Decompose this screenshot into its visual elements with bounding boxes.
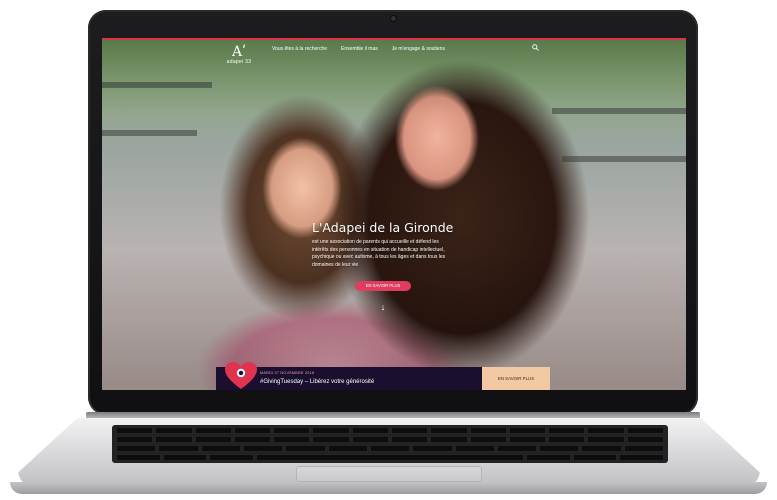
nav-item-engage[interactable]: Je m'engage & soutiens xyxy=(392,46,445,52)
key xyxy=(200,445,241,452)
key xyxy=(412,445,453,452)
key xyxy=(209,454,255,461)
key xyxy=(469,427,507,434)
site-logo[interactable]: Aʹ adapei 33 xyxy=(224,45,254,65)
key xyxy=(619,454,665,461)
photo-overlay xyxy=(102,38,686,390)
key xyxy=(155,427,193,434)
keyboard-row xyxy=(116,454,665,461)
nav-item-ensemble[interactable]: Ensemble il mas xyxy=(341,46,378,52)
key xyxy=(548,427,586,434)
key xyxy=(155,436,193,443)
nav-item-recherche[interactable]: Vous êtes à la recherche xyxy=(272,46,327,52)
key xyxy=(273,427,311,434)
banner-title[interactable]: #GivingTuesday – Libérez votre générosit… xyxy=(260,379,374,385)
key xyxy=(116,427,154,434)
laptop-screen: Aʹ adapei 33 Vous êtes à la recherche En… xyxy=(102,38,686,390)
key xyxy=(548,436,586,443)
keyboard-row xyxy=(116,436,664,443)
key xyxy=(626,427,664,434)
spacebar-key xyxy=(256,454,525,461)
key xyxy=(626,436,664,443)
key xyxy=(390,427,429,434)
key xyxy=(285,445,326,452)
key xyxy=(194,436,232,443)
search-icon[interactable] xyxy=(532,44,539,51)
key xyxy=(587,427,625,434)
keyboard-row xyxy=(116,427,664,434)
heart-icon xyxy=(225,362,257,389)
learn-more-button[interactable]: EN SAVOIR PLUS xyxy=(355,281,411,291)
key xyxy=(194,427,232,434)
key xyxy=(430,436,468,443)
banner-date: MARDI 27 NOVEMBRE 2018 xyxy=(260,371,315,375)
key xyxy=(572,454,618,461)
keyboard-row xyxy=(116,445,665,452)
laptop-base-front xyxy=(10,482,767,494)
key xyxy=(116,454,161,461)
hero-description: est une association de parents qui accue… xyxy=(312,239,446,268)
logo-mark-icon: Aʹ xyxy=(231,44,246,60)
key xyxy=(508,436,547,443)
key xyxy=(430,427,468,434)
key xyxy=(351,427,389,434)
key xyxy=(496,445,538,452)
key xyxy=(242,445,284,452)
webcam xyxy=(391,16,396,21)
key xyxy=(526,454,571,461)
key xyxy=(116,445,157,452)
key xyxy=(233,427,272,434)
main-nav: Vous êtes à la recherche Ensemble il mas… xyxy=(272,46,445,52)
key xyxy=(162,454,208,461)
hero-title: L'Adapei de la Gironde xyxy=(312,220,454,235)
key xyxy=(351,436,389,443)
key xyxy=(587,436,625,443)
key xyxy=(312,427,350,434)
key xyxy=(623,445,665,452)
key xyxy=(273,436,311,443)
key xyxy=(369,445,411,452)
key xyxy=(116,436,154,443)
key xyxy=(539,445,580,452)
key xyxy=(327,445,368,452)
banner-learn-more-button[interactable]: EN SAVOIR PLUS xyxy=(482,367,550,390)
key xyxy=(581,445,622,452)
scroll-down-icon[interactable]: ↓ xyxy=(380,302,386,314)
key xyxy=(508,427,547,434)
key xyxy=(233,436,272,443)
key xyxy=(390,436,429,443)
key xyxy=(469,436,507,443)
key xyxy=(158,445,199,452)
key xyxy=(312,436,350,443)
header-accent-bar xyxy=(102,38,686,40)
logo-text: adapei 33 xyxy=(226,59,252,65)
key xyxy=(454,445,495,452)
trackpad xyxy=(296,466,482,482)
